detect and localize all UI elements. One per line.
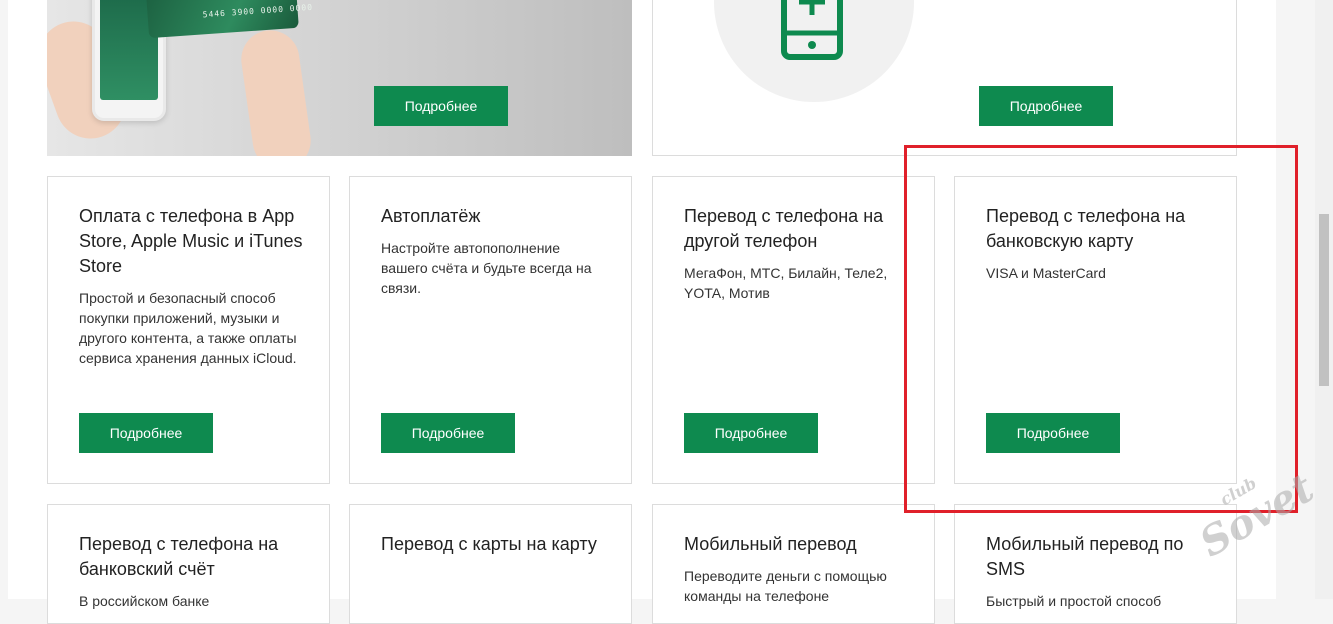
service-card-mobile-transfer: Мобильный перевод Переводите деньги с по… (652, 504, 935, 624)
more-button[interactable]: Подробнее (381, 413, 515, 453)
card-title: Перевод с телефона на другой телефон (684, 206, 884, 251)
card-description: Простой и безопасный способ покупки прил… (79, 290, 297, 366)
more-button[interactable]: Подробнее (979, 86, 1113, 126)
more-button[interactable]: Подробнее (374, 86, 508, 126)
card-description: Настройте автопополнение вашего счёта и … (381, 240, 592, 296)
card-title: Перевод с телефона на банковский счёт (79, 534, 279, 579)
service-card-autopay: Автоплатёж Настройте автопополнение ваше… (349, 176, 632, 484)
service-card-appstore: Оплата с телефона в App Store, Apple Mus… (47, 176, 330, 484)
card-description: МегаФон, МТС, Билайн, Теле2, YOTA, Мотив (684, 265, 888, 301)
card-title: Оплата с телефона в App Store, Apple Mus… (79, 206, 303, 276)
service-card-card-to-card: Перевод с карты на карту (349, 504, 632, 624)
bank-card-number: 5446 3900 0000 0000 (202, 2, 314, 20)
scrollbar-thumb[interactable] (1319, 214, 1329, 386)
service-card-phone-to-phone: Перевод с телефона на другой телефон Мег… (652, 176, 935, 484)
more-button[interactable]: Подробнее (79, 413, 213, 453)
phone-service-card: Подробнее (652, 0, 1237, 156)
card-title: Мобильный перевод по SMS (986, 534, 1184, 579)
card-description: Быстрый и простой способ (986, 593, 1162, 609)
service-card-phone-to-bank-card: Перевод с телефона на банковскую карту V… (954, 176, 1237, 484)
service-card-mobile-transfer-sms: Мобильный перевод по SMS Быстрый и прост… (954, 504, 1237, 624)
card-title: Автоплатёж (381, 206, 481, 226)
card-description: VISA и MasterCard (986, 265, 1106, 281)
service-card-phone-to-bank-account: Перевод с телефона на банковский счёт В … (47, 504, 330, 624)
card-description: В российском банке (79, 593, 210, 609)
promo-photo-card: 5446 3900 0000 0000 Подробнее (47, 0, 632, 156)
card-title: Перевод с карты на карту (381, 534, 597, 554)
vertical-scrollbar[interactable] (1315, 0, 1333, 599)
more-button[interactable]: Подробнее (986, 413, 1120, 453)
mobile-phone-plus-icon (781, 0, 843, 60)
card-description: Переводите деньги с помощью команды на т… (684, 568, 887, 604)
more-button[interactable]: Подробнее (684, 413, 818, 453)
card-title: Мобильный перевод (684, 534, 857, 554)
card-title: Перевод с телефона на банковскую карту (986, 206, 1186, 251)
